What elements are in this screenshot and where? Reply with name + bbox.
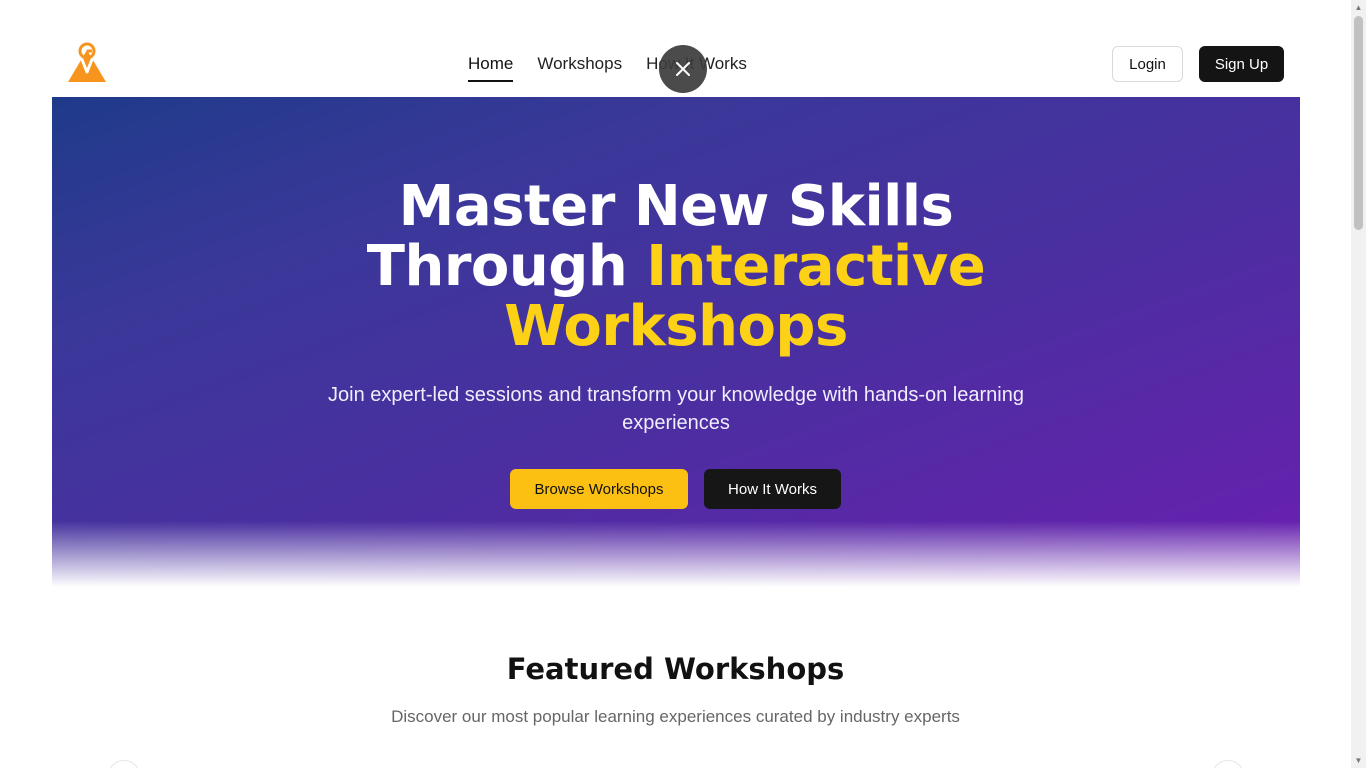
logo[interactable] [66,42,108,84]
carousel-next-button[interactable] [1212,760,1244,768]
login-button[interactable]: Login [1112,46,1183,82]
close-button[interactable] [659,45,707,93]
scroll-down-icon[interactable]: ▼ [1351,753,1366,768]
hero-fade [52,521,1300,587]
hero-title-line2-accent: Interactive [646,234,986,299]
nav-link-workshops[interactable]: Workshops [537,54,622,82]
scrollbar[interactable]: ▲ ▼ [1351,0,1366,768]
nav-link-home[interactable]: Home [468,54,514,82]
scroll-up-icon[interactable]: ▲ [1351,0,1366,15]
browse-workshops-button[interactable]: Browse Workshops [510,469,688,509]
hero-title-line2: Through Interactive [52,237,1300,297]
hero-title: Master New Skills Through Interactive Wo… [52,177,1300,357]
scrollbar-thumb[interactable] [1354,16,1363,230]
hero-title-line3: Workshops [504,294,848,359]
carousel-prev-button[interactable] [108,760,140,768]
hero-title-line2-plain: Through [366,234,647,299]
featured-title: Featured Workshops [506,652,845,686]
hero-title-line1: Master New Skills [398,174,954,239]
page: Home Workshops How It Works Login Sign U… [0,0,1351,768]
signup-button[interactable]: Sign Up [1199,46,1284,82]
logo-icon [68,42,106,82]
featured-subtitle: Discover our most popular learning exper… [391,707,960,726]
close-icon [676,62,690,76]
hero-subtitle: Join expert-led sessions and transform y… [328,384,1024,434]
hero-section: Master New Skills Through Interactive Wo… [52,97,1300,587]
how-it-works-button[interactable]: How It Works [704,469,841,509]
